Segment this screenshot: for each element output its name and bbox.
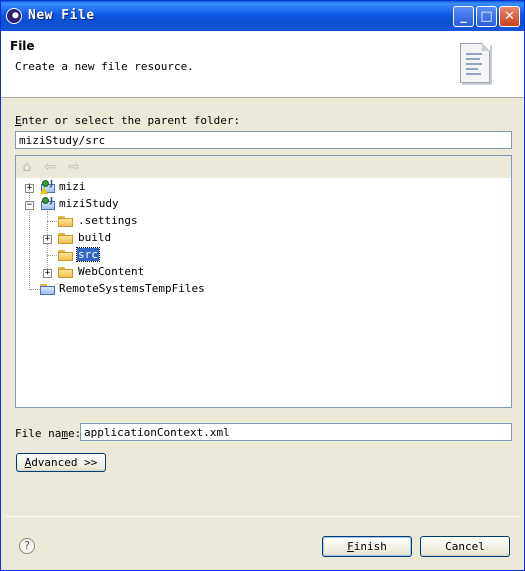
finish-button[interactable]: Finish: [322, 536, 412, 557]
tree-item-label: miziStudy: [59, 197, 119, 210]
minimize-button[interactable]: _: [453, 6, 474, 27]
project-folder-icon: [40, 284, 56, 295]
page-title: File: [10, 39, 35, 53]
tree-item-label: WebContent: [78, 265, 145, 278]
folder-icon: [58, 250, 74, 261]
tree-toolbar: ⌂ ⇦ ⇨: [16, 156, 511, 178]
wizard-header: File Create a new file resource.: [1, 31, 524, 98]
separator: [5, 516, 520, 517]
tree-item-settings[interactable]: .settings: [16, 213, 496, 230]
folder-icon: [58, 233, 74, 244]
folder-tree[interactable]: ⌂ ⇦ ⇨ + J mizi − J miziStudy .settings +…: [15, 155, 512, 408]
page-description: Create a new file resource.: [15, 60, 194, 73]
window-title: New File: [28, 8, 95, 23]
maximize-button[interactable]: □: [476, 6, 497, 27]
folder-icon: [58, 216, 74, 227]
new-file-wizard-icon: [460, 43, 490, 83]
eclipse-icon: [6, 8, 22, 24]
tree-item-label: build: [78, 231, 112, 244]
tree-item-label: .settings: [78, 214, 138, 227]
web-project-icon: J: [40, 196, 56, 211]
tree-item-label: mizi: [59, 180, 86, 193]
forward-icon[interactable]: ⇨: [67, 160, 81, 174]
tree-item-src[interactable]: src: [16, 247, 496, 264]
advanced-button[interactable]: Advanced >>: [16, 453, 106, 472]
tree-item-webcontent[interactable]: + WebContent: [16, 264, 496, 281]
tree-item-build[interactable]: + build: [16, 230, 496, 247]
home-icon[interactable]: ⌂: [20, 160, 34, 174]
file-name-label: File name:: [15, 427, 82, 440]
tree-item-miziStudy[interactable]: − J miziStudy: [16, 196, 496, 213]
back-icon[interactable]: ⇦: [43, 160, 57, 174]
expand-icon[interactable]: +: [43, 269, 52, 278]
tree-item-remotesystemstempfiles[interactable]: RemoteSystemsTempFiles: [16, 281, 496, 298]
expand-icon[interactable]: +: [43, 235, 52, 244]
parent-folder-input[interactable]: miziStudy/src: [15, 131, 512, 149]
cancel-button[interactable]: Cancel: [420, 536, 510, 557]
help-icon[interactable]: ?: [19, 538, 35, 554]
new-file-dialog: New File _ □ ✕ File Create a new file re…: [0, 0, 525, 571]
parent-folder-label: Enter or select the parent folder:: [15, 114, 241, 127]
file-name-input[interactable]: applicationContext.xml: [80, 423, 512, 441]
collapse-icon[interactable]: −: [25, 201, 34, 210]
tree-item-label-selected: src: [76, 247, 100, 262]
title-bar[interactable]: New File _ □ ✕: [1, 1, 524, 31]
close-button[interactable]: ✕: [499, 6, 520, 27]
tree-item-label: RemoteSystemsTempFiles: [59, 282, 205, 295]
tree-item-mizi[interactable]: + J mizi: [16, 179, 496, 196]
expand-icon[interactable]: +: [25, 184, 34, 193]
folder-icon: [58, 267, 74, 278]
web-project-icon: J: [40, 179, 56, 194]
